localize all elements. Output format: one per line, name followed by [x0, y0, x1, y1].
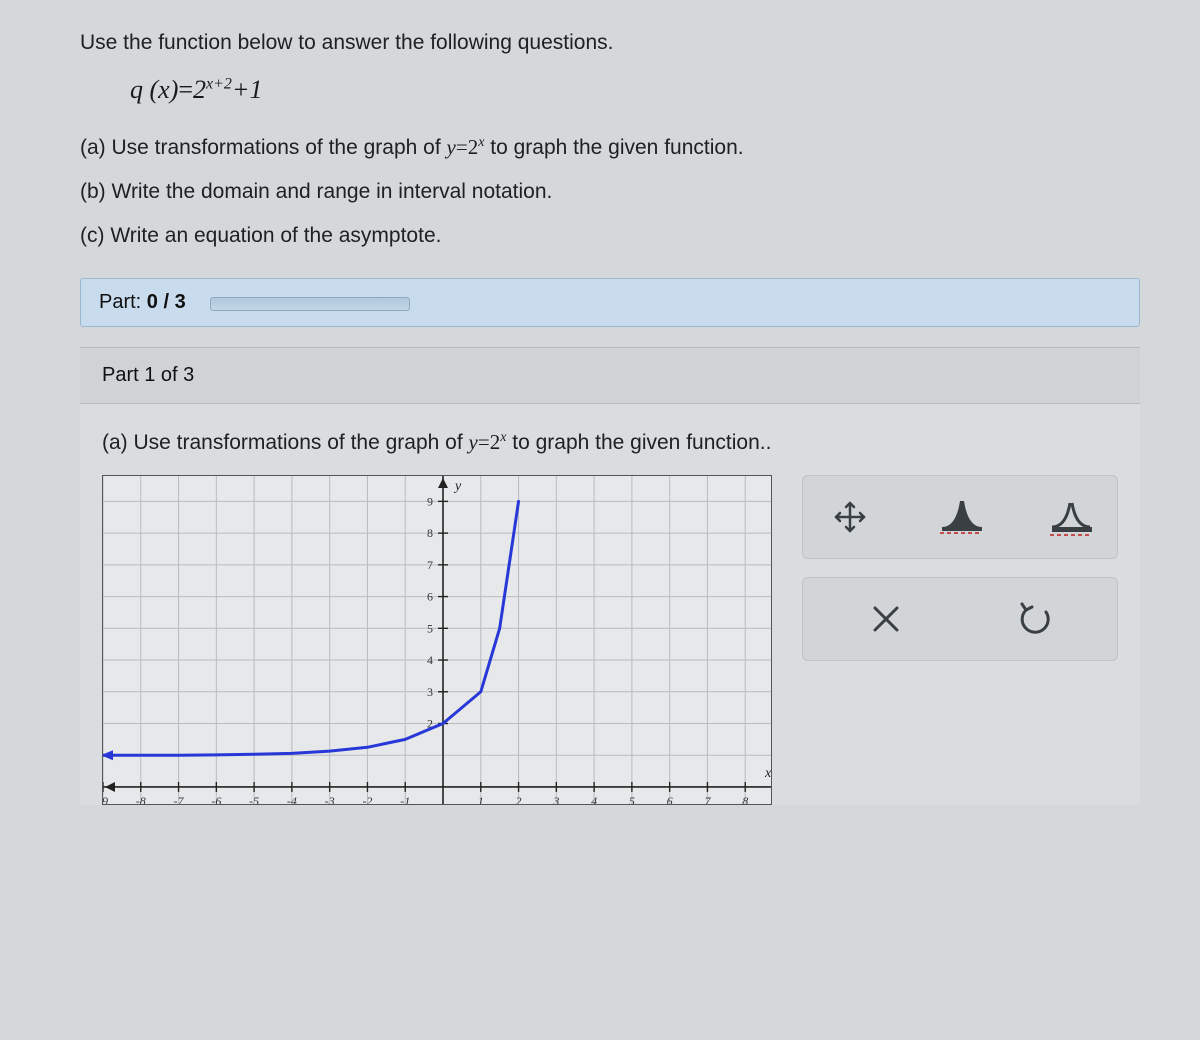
part-a-text: (a) Use transformations of the graph of: [80, 136, 447, 159]
svg-text:4: 4: [427, 653, 433, 667]
close-icon: [869, 602, 903, 636]
move-icon: [830, 497, 870, 537]
part-a-eq: =: [456, 135, 468, 159]
part-a-tail: to graph the given function.: [484, 136, 743, 159]
curve-fill-icon: [938, 497, 982, 537]
svg-text:7: 7: [704, 794, 711, 805]
svg-text:4: 4: [591, 794, 597, 805]
sub-question-a: (a) Use transformations of the graph of …: [80, 135, 1140, 160]
svg-text:x: x: [764, 766, 772, 781]
eq-lhs: q (x): [130, 75, 178, 104]
function-equation: q (x)=2x+2+1: [130, 75, 1140, 105]
progress-track: [210, 297, 410, 311]
eq-base: 2: [193, 75, 206, 104]
svg-text:-2: -2: [362, 794, 372, 805]
svg-text:9: 9: [427, 495, 433, 509]
svg-text:8: 8: [742, 794, 748, 805]
svg-text:3: 3: [427, 685, 433, 699]
svg-text:3: 3: [552, 794, 559, 805]
sub-question-b: (b) Write the domain and range in interv…: [80, 180, 1140, 204]
svg-text:-6: -6: [211, 794, 221, 805]
sub-question-c: (c) Write an equation of the asymptote.: [80, 224, 1140, 248]
svg-text:5: 5: [427, 622, 433, 636]
svg-text:-8: -8: [136, 794, 146, 805]
part-a-base: 2: [468, 135, 479, 159]
svg-text:6: 6: [427, 590, 433, 604]
svg-text:-9: -9: [103, 794, 108, 805]
progress-label: Part: 0 / 3: [99, 291, 186, 314]
svg-text:-3: -3: [325, 794, 335, 805]
tool-row-2: [802, 577, 1118, 661]
svg-text:-1: -1: [400, 794, 410, 805]
part-body: (a) Use transformations of the graph of …: [80, 404, 1140, 805]
tool-palette: [802, 475, 1118, 661]
pb-tail: to graph the given function..: [506, 431, 771, 454]
eq-equals: =: [178, 75, 193, 104]
question-intro: Use the function below to answer the fol…: [80, 28, 1140, 57]
pb-eq: =: [478, 430, 490, 454]
curve-dashed-icon: [1048, 497, 1092, 537]
svg-text:7: 7: [427, 558, 433, 572]
pb-base: 2: [490, 430, 501, 454]
move-tool-button[interactable]: [825, 492, 875, 542]
curve-fill-tool-button[interactable]: [935, 492, 985, 542]
svg-text:6: 6: [667, 794, 673, 805]
part-body-line: (a) Use transformations of the graph of …: [102, 430, 1118, 455]
svg-text:y: y: [453, 479, 462, 494]
pb-text: (a) Use transformations of the graph of: [102, 431, 469, 454]
part-header: Part 1 of 3: [80, 347, 1140, 404]
undo-button[interactable]: [1010, 594, 1060, 644]
svg-text:1: 1: [478, 794, 484, 805]
svg-text:5: 5: [629, 794, 635, 805]
eq-exponent: x+2: [206, 76, 232, 93]
chart-svg[interactable]: -9-8-7-6-5-4-3-2-112345678923456789yx: [103, 476, 772, 805]
svg-text:-4: -4: [287, 794, 297, 805]
progress-value: 0 / 3: [147, 291, 186, 313]
undo-icon: [1016, 600, 1054, 638]
svg-text:-7: -7: [174, 794, 185, 805]
graph-canvas[interactable]: -9-8-7-6-5-4-3-2-112345678923456789yx: [102, 475, 772, 805]
curve-dashed-tool-button[interactable]: [1045, 492, 1095, 542]
svg-text:2: 2: [516, 794, 522, 805]
progress-prefix: Part:: [99, 291, 147, 313]
svg-text:-5: -5: [249, 794, 259, 805]
clear-button[interactable]: [861, 594, 911, 644]
tool-row-1: [802, 475, 1118, 559]
pb-y: y: [469, 430, 478, 454]
svg-text:8: 8: [427, 527, 433, 541]
part-a-y: y: [447, 135, 456, 159]
progress-bar: Part: 0 / 3: [80, 278, 1140, 327]
eq-tail: +1: [232, 75, 263, 104]
